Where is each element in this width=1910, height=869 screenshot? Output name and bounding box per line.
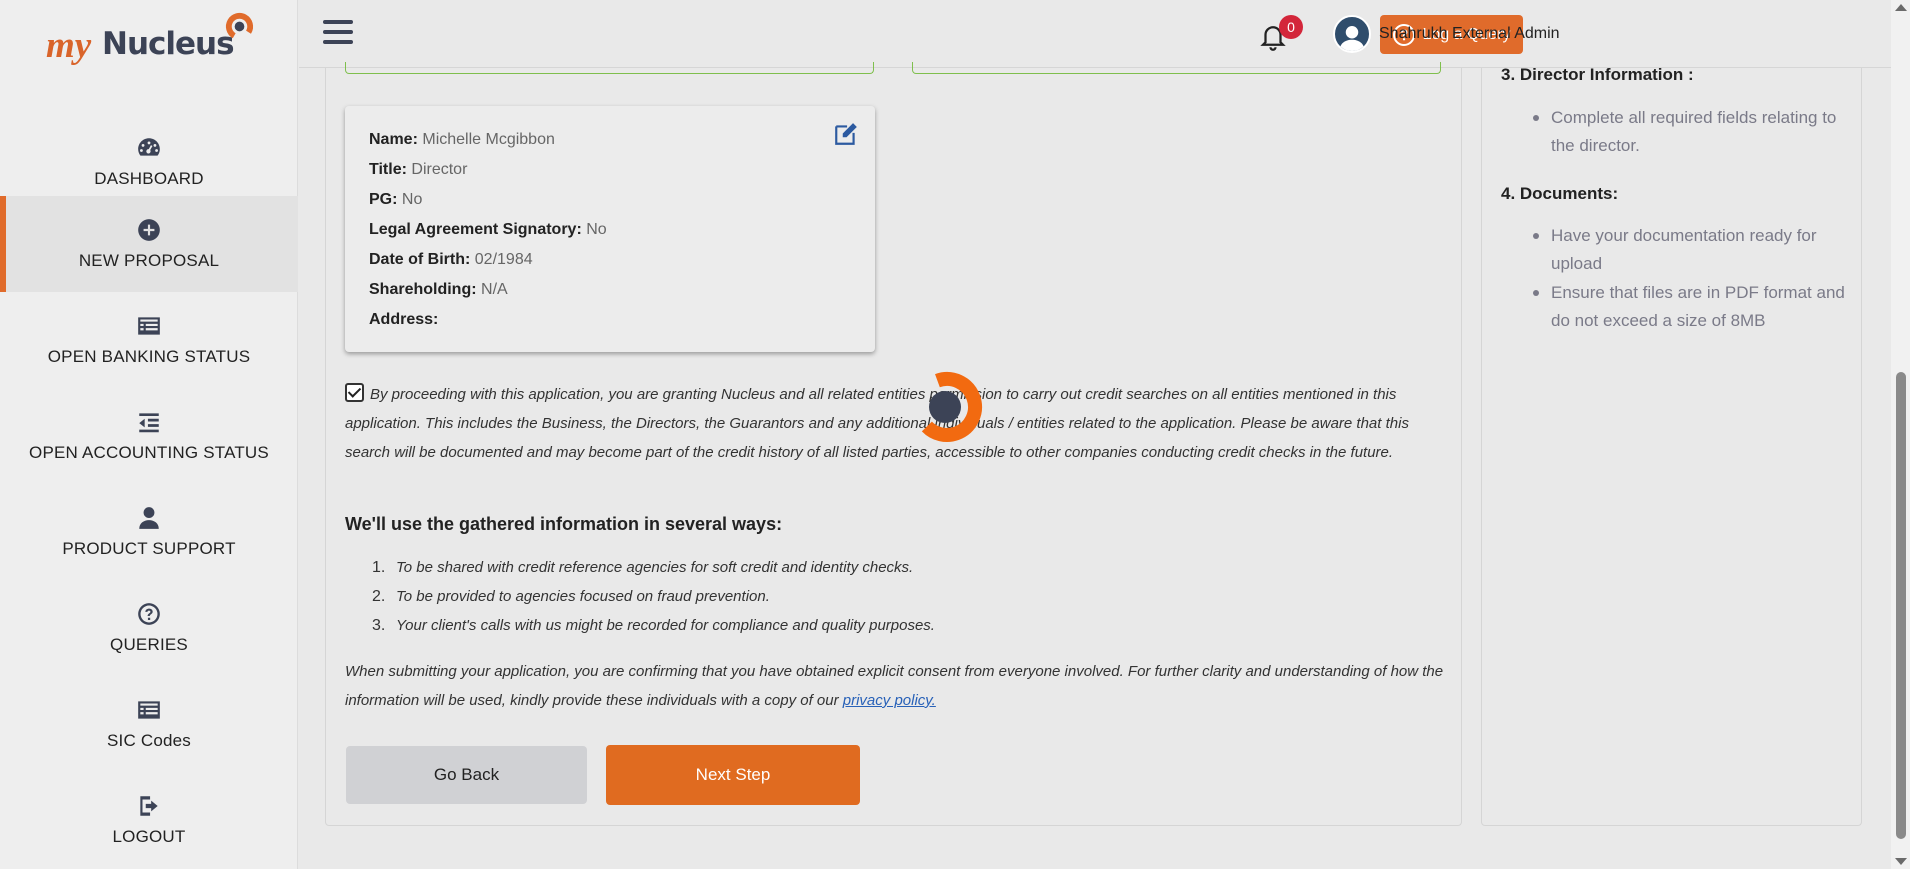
- brand-name: Nucleus: [102, 26, 235, 62]
- brand-prefix: my: [46, 25, 92, 66]
- list-item: Complete all required fields relating to…: [1533, 104, 1851, 160]
- plus-circle-icon: [138, 219, 160, 241]
- dashboard-gauge-icon: [138, 138, 160, 156]
- sidebar-item-new-proposal[interactable]: NEW PROPOSAL: [0, 196, 298, 292]
- avatar: [1333, 15, 1371, 53]
- scrollbar-thumb[interactable]: [1896, 372, 1906, 839]
- edit-icon[interactable]: [833, 121, 859, 147]
- indent-list-icon: [139, 413, 159, 433]
- brand-ring-icon: [225, 12, 254, 41]
- sidebar-item-queries[interactable]: QUERIES: [0, 580, 298, 676]
- list-card-icon: [138, 317, 160, 335]
- list-card-icon: [138, 701, 160, 719]
- director-field: Address:: [369, 311, 439, 328]
- guidance-list: Have your documentation ready for upload…: [1533, 222, 1851, 336]
- guidance-list: Complete all required fields relating to…: [1533, 104, 1851, 161]
- director-field: Date of Birth: 02/1984: [369, 251, 533, 268]
- user-icon: [139, 507, 159, 529]
- sidebar-item-label: OPEN BANKING STATUS: [47, 347, 251, 366]
- sidebar-item-logout[interactable]: LOGOUT: [0, 772, 298, 868]
- loading-spinner-icon: [912, 372, 982, 442]
- sidebar-item-open-banking-status[interactable]: OPEN BANKING STATUS: [0, 292, 298, 388]
- user-name: Shahrukh External Admin: [1379, 25, 1560, 42]
- director-field: Title: Director: [369, 161, 468, 178]
- sidebar-item-sic-codes[interactable]: SIC Codes: [0, 676, 298, 772]
- sidebar-item-open-accounting-status[interactable]: OPEN ACCOUNTING STATUS: [0, 388, 298, 484]
- usage-list: 1. To be shared with credit reference age…: [372, 553, 935, 640]
- privacy-policy-link[interactable]: privacy policy.: [843, 692, 936, 709]
- sidebar: my Nucleus DASHBOARD NEW PROPOSAL OPEN B…: [0, 0, 298, 869]
- consent-text: By proceeding with this application, you…: [345, 386, 1409, 461]
- guidance-heading: 3. Director Information :: [1501, 65, 1694, 84]
- sidebar-item-label: PRODUCT SUPPORT: [62, 539, 236, 558]
- director-card-previous: [345, 62, 874, 74]
- director-field: PG: No: [369, 191, 423, 208]
- director-card: Name: Michelle Mcgibbon Title: Director …: [345, 106, 875, 352]
- menu-toggle-icon[interactable]: [323, 20, 353, 46]
- consent-checkbox[interactable]: [345, 383, 364, 402]
- director-field: Name: Michelle Mcgibbon: [369, 131, 555, 148]
- sidebar-item-label: OPEN ACCOUNTING STATUS: [29, 443, 269, 462]
- scroll-up-icon[interactable]: [1895, 4, 1907, 11]
- submit-note: When submitting your application, you ar…: [345, 663, 1444, 709]
- usage-heading: We'll use the gathered information in se…: [345, 514, 783, 534]
- user-icon: [1339, 26, 1365, 51]
- sidebar-item-label: DASHBOARD: [94, 169, 204, 188]
- director-field: Shareholding: N/A: [369, 281, 508, 298]
- user-menu[interactable]: Shahrukh External Admin: [1333, 14, 1560, 54]
- logout-icon: [140, 796, 158, 816]
- guidance-heading: 4. Documents:: [1501, 184, 1619, 203]
- sidebar-item-label: LOGOUT: [112, 827, 186, 846]
- notification-badge: 0: [1279, 15, 1303, 39]
- sidebar-item-label: QUERIES: [110, 635, 188, 654]
- go-back-button[interactable]: Go Back: [346, 746, 587, 804]
- question-circle-icon: [138, 603, 160, 625]
- list-item: 1. To be shared with credit reference age…: [372, 559, 914, 576]
- director-card-previous: [912, 62, 1441, 74]
- list-item: Have your documentation ready for upload: [1533, 222, 1851, 278]
- director-field: Legal Agreement Signatory: No: [369, 221, 607, 238]
- consent-block: By proceeding with this application, you…: [345, 380, 1445, 467]
- sidebar-item-label: SIC Codes: [106, 731, 191, 750]
- guidance-panel: [1481, 68, 1862, 826]
- list-item: Ensure that files are in PDF format and …: [1533, 279, 1851, 335]
- sidebar-item-label: NEW PROPOSAL: [78, 251, 220, 270]
- brand-logo[interactable]: my Nucleus: [46, 10, 266, 70]
- sidebar-item-product-support[interactable]: PRODUCT SUPPORT: [0, 484, 298, 580]
- page-scrollbar[interactable]: [1891, 0, 1910, 869]
- list-item: 2. To be provided to agencies focused on …: [372, 588, 770, 605]
- top-header: Log a Query: [299, 0, 1891, 68]
- next-step-button[interactable]: Next Step: [606, 745, 860, 805]
- list-item: 3. Your client's calls with us might be r…: [372, 617, 935, 634]
- scroll-down-icon[interactable]: [1895, 858, 1907, 865]
